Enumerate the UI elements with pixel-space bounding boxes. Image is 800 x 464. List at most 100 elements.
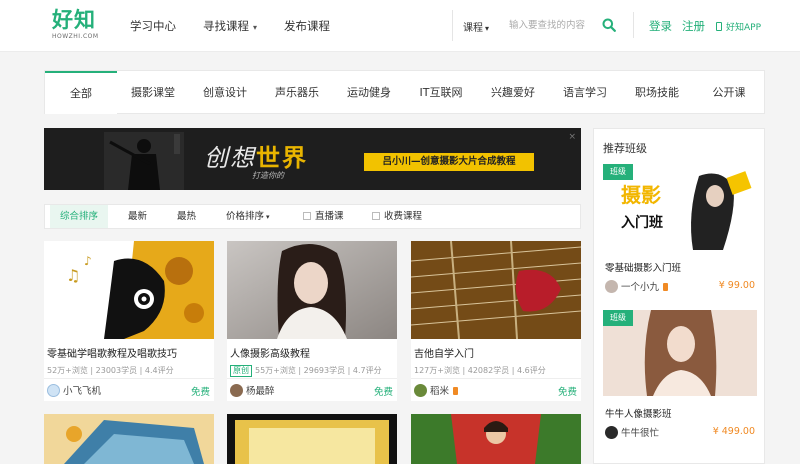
divider (44, 378, 214, 379)
course-author[interactable]: 杨最醉 (230, 383, 275, 397)
category-tab-career[interactable]: 职场技能 (621, 71, 693, 114)
divider (411, 378, 581, 379)
course-card[interactable]: 人像摄影高级教程 原创 55万+浏览 | 29693学员 | 4.7评分 杨最醉 … (227, 241, 397, 401)
nav-publish-course[interactable]: 发布课程 (284, 18, 330, 34)
phone-icon (716, 22, 722, 31)
course-stats: 原创 55万+浏览 | 29693学员 | 4.7评分 (230, 365, 382, 377)
class-author[interactable]: 一个小九 (605, 279, 669, 293)
author-name: 一个小九 (621, 282, 660, 293)
live-checkbox[interactable] (303, 212, 311, 220)
filter-paid-label: 收费课程 (384, 211, 423, 222)
filter-live[interactable]: 直播课 (303, 205, 344, 228)
class-name[interactable]: 牛牛人像摄影班 (605, 406, 672, 420)
class-poster: 班级 摄影 入门班 (603, 164, 757, 250)
author-name: 牛牛很忙 (621, 428, 660, 439)
chevron-down-icon: ▾ (253, 23, 258, 32)
nav-learning-center[interactable]: 学习中心 (130, 18, 176, 34)
course-card[interactable]: ♫ ♪ 零基础学唱歌教程及唱歌技巧 52万+浏览 | 23003学员 | 4.4… (44, 241, 214, 401)
course-title[interactable]: 吉他自学入门 (414, 345, 474, 360)
search-icon[interactable] (602, 18, 616, 32)
course-thumbnail (227, 241, 397, 339)
logo-domain: HOWZHI.COM (52, 33, 99, 40)
course-thumbnail: ♫ ♪ (44, 241, 214, 339)
course-stats-text: 55万+浏览 | 29693学员 | 4.7评分 (255, 366, 382, 375)
class-poster: 班级 (603, 310, 757, 396)
course-thumbnail[interactable] (227, 414, 397, 464)
course-title[interactable]: 人像摄影高级教程 (230, 345, 310, 360)
course-card[interactable]: 吉他自学入门 127万+浏览 | 42082学员 | 4.6评分 稻米 免费 (411, 241, 581, 401)
course-thumbnail[interactable] (44, 414, 214, 464)
category-tab-fitness[interactable]: 运动健身 (333, 71, 405, 114)
class-author[interactable]: 牛牛很忙 (605, 425, 659, 439)
course-thumbnail (411, 241, 581, 339)
category-tab-language[interactable]: 语言学习 (549, 71, 621, 114)
nav-find-course-label: 寻找课程 (203, 19, 249, 33)
vip-icon (663, 283, 669, 291)
search-input[interactable] (509, 16, 595, 34)
course-stats: 127万+浏览 | 42082学员 | 4.6评分 (414, 366, 546, 375)
soldier-figure-image (104, 132, 184, 190)
register-link[interactable]: 注册 (682, 18, 705, 34)
category-tab-hobby[interactable]: 兴趣爱好 (477, 71, 549, 114)
avatar (605, 426, 618, 439)
close-icon[interactable]: × (568, 132, 576, 142)
category-tab-all[interactable]: 全部 (45, 71, 117, 114)
sort-hottest[interactable]: 最热 (177, 205, 196, 228)
category-tab-open-course[interactable]: 公开课 (693, 71, 765, 114)
filter-live-label: 直播课 (315, 211, 344, 222)
sidebar-title: 推荐班级 (603, 142, 647, 155)
banner-title-b: 世界 (256, 143, 308, 172)
nav-find-course[interactable]: 寻找课程 ▾ (203, 18, 257, 34)
price-label: 免费 (373, 387, 393, 398)
avatar (230, 384, 243, 397)
sort-price[interactable]: 价格排序 ▾ (226, 205, 270, 228)
divider (227, 378, 397, 379)
chevron-down-icon: ▾ (485, 24, 490, 33)
svg-text:♫: ♫ (66, 266, 80, 285)
course-thumbnail[interactable] (411, 414, 581, 464)
course-author[interactable]: 小飞飞机 (47, 383, 101, 397)
sort-price-label: 价格排序 (226, 211, 265, 222)
chevron-down-icon: ▾ (266, 213, 270, 221)
class-name[interactable]: 零基础摄影入门班 (605, 260, 681, 274)
category-tab-it[interactable]: IT互联网 (405, 71, 477, 114)
avatar (414, 384, 427, 397)
sort-comprehensive[interactable]: 综合排序 (50, 205, 109, 228)
app-download-link[interactable]: 好知APP (716, 20, 761, 33)
banner-title-a: 创想 (204, 144, 256, 172)
avatar (47, 384, 60, 397)
recommended-classes-panel: 推荐班级 班级 摄影 入门班 零基础摄影入门班 一个小九 ¥ 99.00 班级 … (593, 128, 765, 464)
filter-paid[interactable]: 收费课程 (372, 205, 422, 228)
site-header: 好知 HOWZHI.COM 学习中心 寻找课程▾ 发布课程 课程▾ 登录 注册 … (0, 0, 800, 52)
class-price: ¥ 99.00 (718, 280, 755, 291)
logo-text: 好知 (52, 8, 96, 32)
category-tab-photography[interactable]: 摄影课堂 (117, 71, 189, 114)
poster-title: 摄影 (621, 183, 661, 207)
header-divider (633, 12, 634, 38)
promo-banner[interactable]: 创想世界 打造你的 吕小川—创意摄影大片合成教程 × (44, 128, 581, 190)
price-label: 免费 (557, 387, 577, 398)
site-logo[interactable]: 好知 HOWZHI.COM (52, 8, 102, 40)
search-category-label: 课程 (463, 23, 483, 34)
course-title[interactable]: 零基础学唱歌教程及唱歌技巧 (47, 345, 177, 360)
login-link[interactable]: 登录 (649, 18, 672, 34)
banner-title: 创想世界 (204, 138, 308, 173)
sort-bar: 综合排序 最新 最热 价格排序 ▾ 直播课 收费课程 (44, 204, 581, 229)
course-stats: 52万+浏览 | 23003学员 | 4.4评分 (47, 366, 174, 375)
author-name: 小飞飞机 (63, 386, 102, 397)
category-bar: 全部 摄影课堂 创意设计 声乐器乐 运动健身 IT互联网 兴趣爱好 语言学习 职… (44, 70, 765, 114)
category-tab-music[interactable]: 声乐器乐 (261, 71, 333, 114)
sort-newest[interactable]: 最新 (128, 205, 147, 228)
class-ribbon: 班级 (603, 164, 633, 180)
original-badge: 原创 (230, 365, 252, 377)
author-name: 稻米 (430, 386, 450, 397)
search-box: 课程 ▾ (452, 10, 625, 41)
class-ribbon: 班级 (603, 310, 633, 326)
banner-subtitle: 打造你的 (252, 171, 284, 180)
category-tab-design[interactable]: 创意设计 (189, 71, 261, 114)
search-category-select[interactable]: 课程 ▾ (463, 19, 489, 34)
avatar (605, 280, 618, 293)
svg-text:♪: ♪ (84, 254, 92, 268)
course-author[interactable]: 稻米 (414, 383, 459, 397)
paid-checkbox[interactable] (372, 212, 380, 220)
